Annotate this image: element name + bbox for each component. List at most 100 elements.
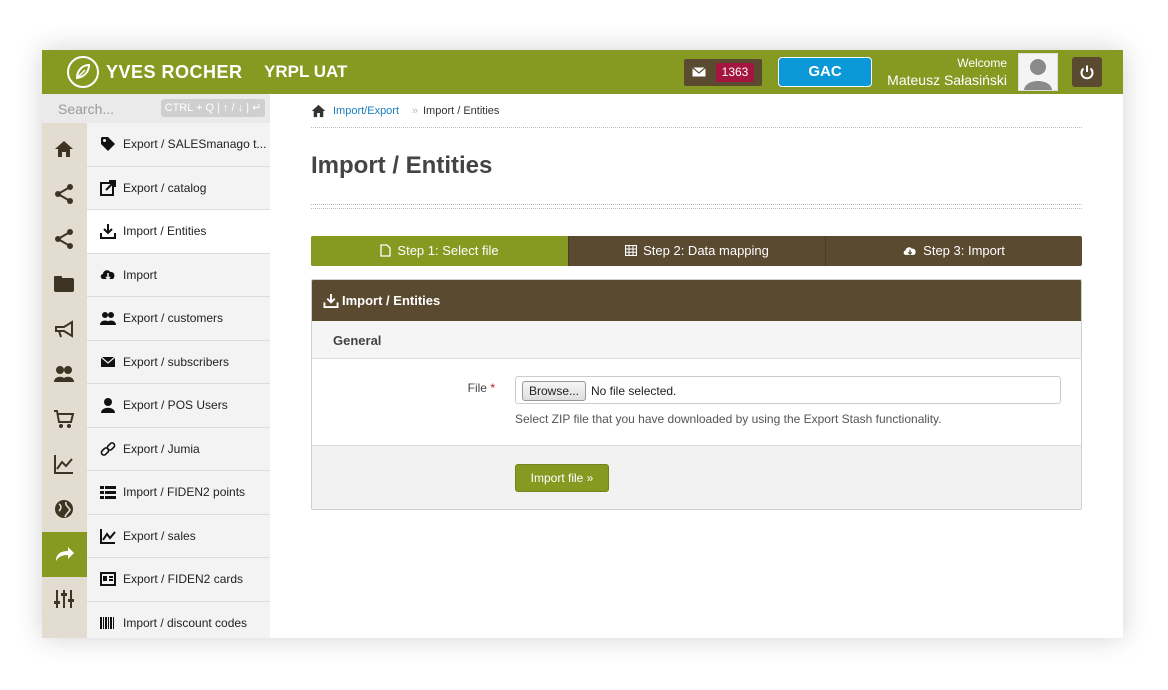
- rail-cart[interactable]: [42, 397, 87, 442]
- menu-item-export-fiden2-cards[interactable]: Export / FIDEN2 cards: [87, 558, 270, 602]
- menu-item-label: Export / sales: [123, 528, 196, 543]
- step-label: Step 1: Select file: [397, 243, 499, 258]
- export-arrow-icon: [56, 547, 74, 561]
- sliders-icon: [54, 590, 74, 608]
- menu-item-import-fiden2-points[interactable]: Import / FIDEN2 points: [87, 471, 270, 515]
- brand-logo-icon[interactable]: [67, 56, 99, 88]
- brand-name[interactable]: YVES ROCHER: [106, 62, 243, 83]
- file-upload-field[interactable]: Browse... No file selected.: [515, 376, 1061, 404]
- menu-item-label: Export / catalog: [123, 180, 207, 195]
- breadcrumb-link-import-export[interactable]: Import/Export: [333, 105, 399, 117]
- user-icon: [101, 398, 115, 413]
- menu-item-label: Export / customers: [123, 311, 224, 325]
- menu-item-export-pos-users[interactable]: Export / POS Users: [87, 384, 270, 428]
- envelope-icon: [692, 67, 706, 77]
- environment-label: YRPL UAT: [264, 62, 348, 81]
- messages-button[interactable]: 1363: [684, 59, 762, 86]
- menu-item-label: Export / subscribers: [123, 354, 230, 369]
- step-label: Step 2: Data mapping: [643, 243, 769, 258]
- step-import[interactable]: Step 3: Import: [825, 236, 1082, 266]
- menu-item-label: Export / FIDEN2 cards: [123, 572, 244, 586]
- power-icon: [1080, 65, 1094, 80]
- menu-item-label: Import: [123, 267, 158, 282]
- user-name[interactable]: Mateusz Sałasiński: [887, 72, 1007, 88]
- rail-share-1[interactable]: [42, 172, 87, 217]
- rail-global[interactable]: [42, 487, 87, 532]
- menu-item-export-catalog[interactable]: Export / catalog: [87, 167, 270, 210]
- globe-icon: [55, 500, 73, 518]
- barcode-icon: [100, 616, 114, 629]
- envelope-icon: [100, 356, 116, 367]
- browse-button[interactable]: Browse...: [522, 381, 587, 401]
- breadcrumb-separator: »: [412, 105, 419, 117]
- form-actions: Import file »: [312, 445, 1081, 509]
- rail-import-export[interactable]: [42, 532, 87, 577]
- menu-item-label: Import / Entities: [123, 224, 207, 238]
- import-panel: Import / Entities General File * Browse.…: [311, 279, 1082, 510]
- rail-folder[interactable]: [42, 262, 87, 307]
- home-icon[interactable]: [311, 104, 326, 118]
- card-icon: [100, 572, 116, 586]
- step-data-mapping[interactable]: Step 2: Data mapping: [568, 236, 825, 266]
- file-icon: [380, 244, 392, 257]
- rail-settings[interactable]: [42, 577, 87, 622]
- rail-share-2[interactable]: [42, 217, 87, 262]
- file-help-text: Select ZIP file that you have downloaded…: [515, 412, 942, 426]
- chart-icon: [100, 528, 116, 544]
- tag-icon: [101, 137, 115, 151]
- menu-item-export-salesmanago[interactable]: Export / SALESmanago t...: [87, 123, 270, 167]
- cloud-download-icon: [903, 247, 916, 255]
- menu-item-export-customers[interactable]: Export / customers: [87, 297, 270, 341]
- section-title: General: [333, 333, 382, 348]
- panel-header: Import / Entities: [312, 280, 1081, 321]
- users-icon: [54, 366, 74, 382]
- external-link-icon: [100, 179, 116, 196]
- messages-count-badge: 1363: [716, 63, 754, 82]
- menu-item-import-discount-codes[interactable]: Import / discount codes: [87, 602, 270, 639]
- menu-item-label: Export / SALESmanago t...: [123, 137, 267, 151]
- required-mark: *: [490, 381, 495, 395]
- menu-item-export-jumia[interactable]: Export / Jumia: [87, 428, 270, 471]
- menu-item-export-sales[interactable]: Export / sales: [87, 515, 270, 558]
- menu-item-label: Export / POS Users: [123, 398, 228, 412]
- rail-campaigns[interactable]: [42, 307, 87, 352]
- wizard-steps: Step 1: Select file Step 2: Data mapping…: [311, 236, 1082, 266]
- menu-item-import-entities[interactable]: Import / Entities: [87, 210, 271, 254]
- rail-reports[interactable]: [42, 442, 87, 487]
- module-menu: Export / SALESmanago t... Export / catal…: [87, 123, 271, 639]
- org-switch-button[interactable]: GAC: [778, 57, 872, 87]
- top-bar: YVES ROCHER YRPL UAT 1363 GAC Welcome Ma…: [42, 50, 1123, 94]
- app-window: YVES ROCHER YRPL UAT 1363 GAC Welcome Ma…: [42, 50, 1123, 638]
- menu-item-label: Import / FIDEN2 points: [123, 485, 246, 499]
- rail-users[interactable]: [42, 352, 87, 397]
- cart-icon: [54, 410, 75, 428]
- step-select-file[interactable]: Step 1: Select file: [311, 236, 568, 266]
- menu-item-import[interactable]: Import: [87, 254, 270, 297]
- panel-title: Import / Entities: [342, 293, 441, 308]
- title-divider: [311, 204, 1082, 209]
- rail-home[interactable]: [42, 127, 87, 172]
- search-bar: CTRL + Q | ↑ / ↓ | ↵: [42, 94, 270, 123]
- megaphone-icon: [55, 320, 73, 338]
- logout-button[interactable]: [1072, 57, 1102, 87]
- main-content: Import/Export » Import / Entities Import…: [270, 94, 1123, 638]
- download-icon: [323, 293, 339, 308]
- file-field-label: File *: [312, 381, 495, 395]
- menu-item-label: Export / Jumia: [123, 441, 200, 456]
- home-icon: [55, 141, 73, 157]
- file-label-text: File: [467, 381, 487, 395]
- breadcrumb: Import/Export » Import / Entities: [311, 104, 1082, 128]
- step-label: Step 3: Import: [923, 243, 1005, 258]
- welcome-text: Welcome: [957, 56, 1007, 70]
- avatar[interactable]: [1018, 53, 1058, 91]
- section-header-general: General: [312, 321, 1081, 359]
- page-title: Import / Entities: [311, 152, 493, 179]
- import-file-button[interactable]: Import file »: [515, 464, 609, 492]
- menu-item-label: Import / discount codes: [123, 615, 248, 630]
- link-icon: [100, 441, 116, 456]
- menu-item-export-subscribers[interactable]: Export / subscribers: [87, 341, 270, 384]
- users-icon: [100, 312, 116, 325]
- cloud-download-icon: [100, 269, 115, 280]
- folder-icon: [54, 276, 74, 292]
- share-icon: [55, 229, 73, 249]
